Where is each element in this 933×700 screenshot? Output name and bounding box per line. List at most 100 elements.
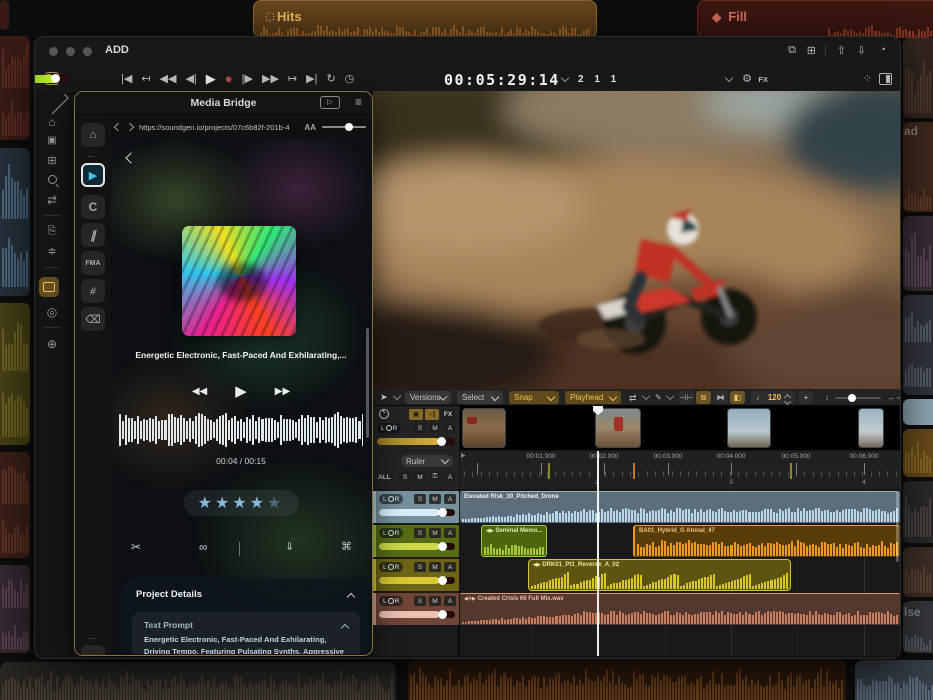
url-text[interactable]: https://soundgen.io/projects/07c6b82f-20… [139, 123, 298, 132]
snap-dropdown[interactable]: Snap [509, 391, 559, 404]
automation-button[interactable]: A [444, 596, 456, 606]
mute-button[interactable]: M [429, 528, 441, 538]
marker-next-button[interactable]: ↦ [288, 65, 297, 93]
video-track-header[interactable]: ▣ ◁| FX LR S M A [373, 406, 459, 450]
go-end-button[interactable]: ▶| [306, 65, 317, 93]
service-slashes-icon[interactable]: ∥ [81, 223, 105, 247]
title-bar[interactable]: ADD ⧉ ⊞ ⇧ ⇩ ◔ [35, 37, 900, 65]
chevron-down-icon[interactable] [642, 392, 650, 400]
play-button[interactable]: ▶ [235, 382, 247, 400]
pan-control[interactable]: LR [379, 528, 403, 538]
clip-mix[interactable]: ◀✕▶ Created Crisis 66 Full Mix.wav [460, 593, 900, 625]
pan-control[interactable]: LR [379, 494, 403, 504]
gear-icon[interactable]: ⚙ [742, 72, 752, 85]
font-size-slider[interactable] [322, 126, 366, 128]
automation-all-button[interactable]: A [444, 472, 456, 482]
chevron-right-icon[interactable] [48, 94, 69, 115]
routing-icon[interactable]: ⁘ [863, 72, 872, 85]
add-track-button[interactable]: + [799, 391, 813, 404]
track-header-mix[interactable]: LR S M A [373, 593, 459, 625]
automation-button[interactable]: A [444, 528, 456, 538]
fx-button[interactable]: FX [441, 409, 455, 420]
video-preview[interactable] [373, 91, 901, 389]
tempo-control[interactable]: ♩ 120 [751, 391, 795, 404]
playhead-line[interactable] [597, 490, 599, 656]
marker-prev-button[interactable]: ↤ [141, 65, 150, 93]
audio-follow-button[interactable]: ◧ [730, 391, 745, 404]
apps-grid-icon[interactable]: ⊞ [41, 154, 63, 167]
transfer-icon[interactable]: ⇄ [41, 193, 63, 207]
clip-atonal[interactable]: BA01_Hybrid_G Atonal_47 [633, 525, 900, 557]
soundgen-service-icon[interactable]: ▶ [81, 163, 105, 187]
chevron-down-icon[interactable] [393, 392, 401, 400]
menu-icon[interactable]: ≡ [355, 95, 362, 109]
video-thumbnail[interactable] [858, 408, 884, 448]
pan-control[interactable]: LR [377, 423, 401, 433]
vertical-zoom-slider[interactable] [835, 397, 881, 399]
window-minimize-button[interactable] [66, 47, 75, 56]
volume-slider[interactable] [379, 577, 455, 584]
back-icon[interactable] [114, 123, 122, 131]
rewind-button[interactable]: ◀◀ [192, 386, 207, 397]
play-button[interactable]: ▶ [206, 65, 216, 93]
trim-tool-button[interactable]: ⊣⊢ [679, 391, 694, 404]
star-icon[interactable]: ★ [267, 493, 284, 513]
fma-service-icon[interactable]: FMA [81, 251, 105, 275]
rewind-button[interactable]: ◀◀ [160, 65, 177, 93]
solo-button[interactable]: S [414, 528, 426, 538]
volume-slider[interactable] [379, 611, 455, 618]
mute-button[interactable]: M [429, 562, 441, 572]
download-icon[interactable]: ⇓ [285, 540, 294, 553]
metronome-timer-icon[interactable]: ◷ [345, 65, 355, 93]
panel-scrollbar[interactable] [366, 328, 369, 438]
pan-control[interactable]: LR [379, 596, 403, 606]
mute-button[interactable]: M [429, 423, 441, 433]
volume-slider[interactable] [379, 509, 455, 516]
mute-button[interactable]: M [429, 494, 441, 504]
scissors-icon[interactable]: ✂ [131, 540, 141, 554]
audio-enable-icon[interactable]: ◁| [425, 409, 439, 420]
search-icon[interactable] [41, 173, 63, 187]
star-rating[interactable]: ★★★★★ [184, 490, 299, 516]
fast-forward-button[interactable]: ▶▶ [275, 386, 290, 397]
ruler-dropdown[interactable]: Ruler [401, 455, 453, 467]
export-icon[interactable]: ⇧ [837, 44, 846, 57]
go-start-button[interactable]: |◀ [121, 65, 132, 93]
link-clips-button[interactable]: ⧉ [696, 391, 711, 404]
trash-icon[interactable]: ⌫ [81, 307, 105, 331]
chevron-up-icon[interactable] [347, 593, 355, 601]
tasks-icon[interactable]: ▣ [41, 135, 63, 146]
video-lane[interactable] [460, 406, 900, 450]
loop-infinity-icon[interactable]: ∞ [199, 540, 208, 554]
output-level-meter[interactable] [34, 75, 69, 83]
player-waveform[interactable] [119, 412, 363, 448]
account-icon[interactable]: ◔ [879, 44, 886, 56]
playhead-dropdown[interactable]: Playhead [565, 391, 621, 404]
import-icon[interactable]: ⇩ [857, 44, 866, 57]
track-header-drone[interactable]: LR S M A [373, 491, 459, 523]
fx-label[interactable]: FX [758, 75, 768, 84]
solo-button[interactable]: S [414, 596, 426, 606]
share-icon[interactable]: ⌘ [341, 540, 352, 553]
star-icon[interactable]: ★ [198, 493, 215, 513]
ruler-lane[interactable]: ▶ 00:01.000 00:02.000 00:03.000 00:04.00… [460, 451, 900, 489]
star-icon[interactable]: ★ [215, 493, 232, 513]
select-dropdown[interactable]: Select [457, 391, 503, 404]
add-service-button[interactable]: + [81, 645, 105, 656]
text-prompt-card[interactable]: Text Prompt Energetic Electronic, Fast-P… [132, 612, 360, 654]
timeline-scrollbar[interactable] [896, 492, 899, 562]
bg-card-hits[interactable]: ҉ Hits [253, 0, 597, 38]
lock-icon[interactable]: ⚿ [429, 472, 441, 482]
track-header-memo[interactable]: LR S M A [373, 525, 459, 557]
cursor-tool-icon[interactable]: ➤ [380, 392, 388, 403]
service-c-icon[interactable]: C [81, 195, 105, 219]
solo-button[interactable]: S [414, 423, 426, 433]
track-header-reverse[interactable]: LR S M A [373, 559, 459, 591]
bg-card-fill[interactable]: ◈ Fill [697, 0, 933, 38]
solo-button[interactable]: S [414, 494, 426, 504]
star-icon[interactable]: ★ [250, 493, 267, 513]
automation-button[interactable]: A [444, 494, 456, 504]
tempo-stepper[interactable] [785, 392, 790, 404]
track-lanes[interactable]: Elevated Risk_30_Pitched_Drone ◀▶ Semina… [460, 490, 900, 656]
next-frame-button[interactable]: |▶ [242, 65, 253, 93]
